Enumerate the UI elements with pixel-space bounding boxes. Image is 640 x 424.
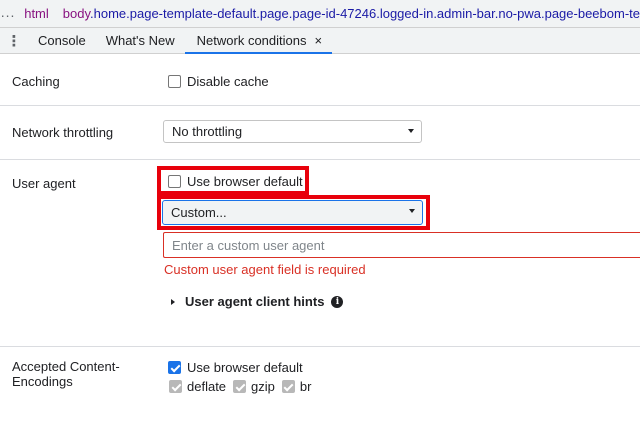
disable-cache-checkbox[interactable] bbox=[168, 75, 181, 88]
enc-use-browser-default-label: Use browser default bbox=[187, 360, 303, 375]
user-agent-error-message: Custom user agent field is required bbox=[164, 262, 366, 277]
network-throttling-label: Network throttling bbox=[12, 125, 114, 140]
encoding-option-deflate: deflate bbox=[169, 379, 226, 394]
expand-triangle-icon bbox=[171, 298, 175, 305]
deflate-checkbox bbox=[169, 380, 182, 393]
tab-console[interactable]: Console bbox=[28, 28, 96, 53]
ua-use-browser-default-checkbox[interactable] bbox=[168, 175, 181, 188]
divider bbox=[0, 159, 640, 160]
encodings-label-line1: Accepted Content- bbox=[12, 359, 120, 374]
close-tab-icon[interactable]: × bbox=[314, 33, 322, 48]
deflate-label: deflate bbox=[187, 379, 227, 394]
user-agent-select-value: Custom... bbox=[171, 205, 227, 220]
breadcrumb-body-classes: .home.page-template-default.page.page-id… bbox=[90, 6, 640, 21]
encoding-options: deflate gzip br bbox=[169, 379, 318, 394]
encodings-label-line2: Encodings bbox=[12, 374, 73, 389]
user-agent-label: User agent bbox=[12, 176, 76, 191]
enc-use-browser-default-checkbox[interactable] bbox=[168, 361, 181, 374]
chevron-down-icon bbox=[408, 129, 414, 133]
tab-console-label: Console bbox=[38, 33, 86, 48]
caching-label: Caching bbox=[12, 74, 60, 89]
ua-use-browser-default-row[interactable]: Use browser default bbox=[168, 174, 303, 189]
br-checkbox bbox=[281, 380, 295, 393]
encoding-option-gzip: gzip bbox=[233, 379, 275, 394]
custom-user-agent-input[interactable]: Enter a custom user agent bbox=[163, 232, 640, 258]
user-agent-client-hints-toggle[interactable]: User agent client hints i bbox=[171, 294, 344, 309]
network-throttling-select[interactable]: No throttling bbox=[163, 120, 422, 143]
chevron-down-icon bbox=[409, 209, 415, 213]
gzip-label: gzip bbox=[251, 379, 275, 394]
breadcrumb-bar: ... html body.home.page-template-default… bbox=[0, 0, 640, 28]
divider bbox=[0, 105, 640, 106]
br-label: br bbox=[299, 379, 312, 394]
encoding-option-br: br bbox=[281, 379, 312, 394]
breadcrumb-body-tag: body bbox=[62, 6, 91, 21]
user-agent-select[interactable]: Custom... bbox=[162, 200, 423, 225]
user-agent-client-hints-label: User agent client hints bbox=[185, 294, 325, 309]
disable-cache-checkbox-row[interactable]: Disable cache bbox=[168, 74, 269, 89]
ua-use-browser-default-label: Use browser default bbox=[187, 174, 303, 189]
drawer-menu-icon[interactable]: ⋮ bbox=[0, 28, 28, 53]
tab-network-conditions-label: Network conditions bbox=[196, 33, 307, 48]
gzip-checkbox bbox=[233, 380, 247, 393]
disable-cache-label: Disable cache bbox=[187, 74, 269, 89]
more-breadcrumbs-button[interactable]: ... bbox=[0, 5, 16, 23]
network-throttling-value: No throttling bbox=[172, 124, 243, 139]
tab-whats-new-label: What's New bbox=[105, 33, 175, 48]
tab-network-conditions[interactable]: Network conditions × bbox=[184, 28, 333, 54]
enc-use-browser-default-row[interactable]: Use browser default bbox=[168, 360, 303, 375]
info-icon[interactable]: i bbox=[331, 295, 344, 308]
custom-user-agent-placeholder: Enter a custom user agent bbox=[172, 237, 325, 253]
divider bbox=[0, 346, 640, 347]
drawer-tab-bar: ⋮ Console What's New Network conditions … bbox=[0, 28, 640, 54]
breadcrumb-html[interactable]: html bbox=[24, 6, 49, 21]
breadcrumb-body[interactable]: body.home.page-template-default.page.pag… bbox=[63, 6, 640, 21]
tab-whats-new[interactable]: What's New bbox=[96, 28, 185, 53]
